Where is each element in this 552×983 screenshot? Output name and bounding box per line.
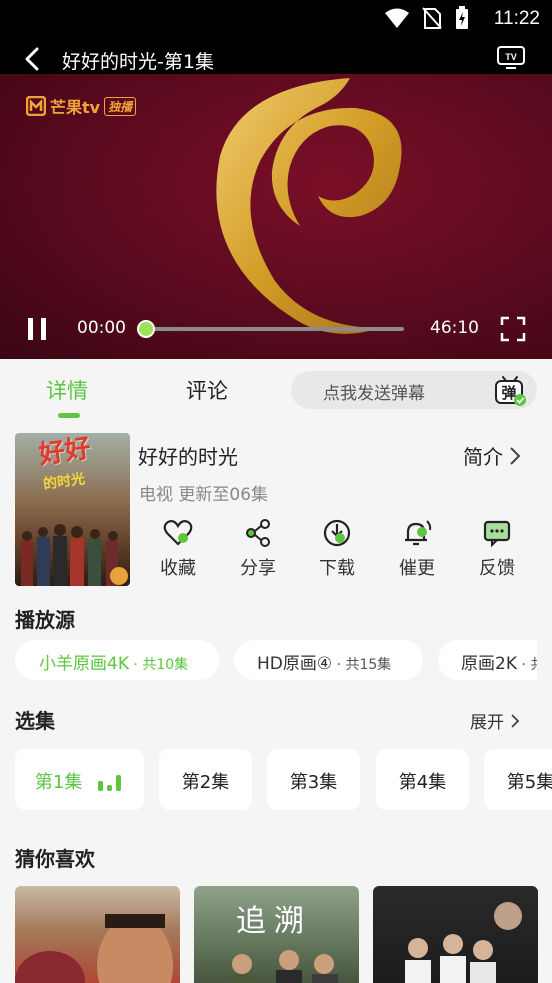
- poster-people-graphic: [21, 524, 128, 586]
- total-time: 46:10: [430, 318, 479, 338]
- status-time: 11:22: [493, 8, 540, 29]
- current-time: 00:00: [77, 318, 126, 338]
- source-name: 原画2K: [461, 654, 517, 674]
- brand-name: 芒果tv: [50, 98, 101, 117]
- episode-section-title: 选集: [15, 709, 55, 733]
- pause-icon[interactable]: [26, 317, 48, 341]
- recommend-card[interactable]: 追溯: [194, 886, 359, 983]
- source-section-title: 播放源: [15, 608, 75, 632]
- source-chip[interactable]: HD原画④ · 共15集: [234, 640, 423, 680]
- detail-tabs: 详情 评论 点我发送弹幕 弹: [0, 359, 552, 423]
- wifi-icon: [385, 8, 409, 28]
- show-poster[interactable]: 好好 的时光: [15, 433, 130, 586]
- recommend-list: 追溯: [15, 886, 552, 983]
- expand-episodes-link[interactable]: 展开: [470, 708, 520, 733]
- danmaku-toggle-icon[interactable]: 弹: [493, 373, 527, 407]
- recommend-card[interactable]: [15, 886, 180, 983]
- episode-button[interactable]: 第3集: [267, 749, 360, 810]
- episode-label: 第1集: [34, 772, 83, 793]
- tab-details[interactable]: 详情: [46, 375, 88, 405]
- recommend-section-title: 猜你喜欢: [15, 847, 95, 871]
- player-controls: 00:00 46:10: [0, 299, 552, 359]
- source-count: · 共10集: [128, 657, 189, 673]
- tab-indicator: [58, 413, 80, 418]
- progress-knob[interactable]: [137, 320, 155, 338]
- brand-logo: 芒果tv 独播: [26, 94, 137, 118]
- source-chip[interactable]: 原画2K · 共: [438, 640, 537, 680]
- svg-text:TV: TV: [505, 52, 517, 62]
- recommend-card[interactable]: [373, 886, 538, 983]
- share-label: 分享: [240, 558, 276, 579]
- source-name: HD原画④: [257, 654, 333, 674]
- poster-title: 好好: [37, 433, 93, 471]
- intro-link[interactable]: 简介: [463, 441, 521, 470]
- danmaku-input[interactable]: 点我发送弹幕 弹: [291, 371, 537, 409]
- poster-subtitle: 的时光: [42, 471, 87, 493]
- battery-charging-icon: [456, 6, 468, 29]
- heart-icon: [163, 520, 193, 546]
- favorite-label: 收藏: [160, 558, 196, 579]
- download-icon: [323, 519, 351, 547]
- episode-button[interactable]: 第5集: [484, 749, 552, 810]
- source-count: · 共15集: [332, 657, 392, 673]
- brand-badge: 独播: [104, 96, 137, 116]
- share-button[interactable]: 分享: [223, 518, 293, 580]
- tv-cast-icon[interactable]: TV: [496, 45, 526, 71]
- episode-list: 第1集 第2集 第3集 第4集 第5集: [15, 749, 552, 810]
- fullscreen-icon[interactable]: [500, 316, 526, 342]
- show-meta: 电视 更新至06集: [139, 485, 269, 505]
- intro-label: 简介: [463, 445, 503, 469]
- download-button[interactable]: 下载: [302, 518, 372, 580]
- source-chip[interactable]: 小羊原画4K · 共10集: [15, 640, 219, 680]
- feedback-label: 反馈: [479, 558, 515, 579]
- recommend-thumbnail: [15, 914, 173, 983]
- urge-update-label: 催更: [399, 558, 435, 579]
- status-bar: 11:22: [0, 0, 552, 38]
- show-title: 好好的时光: [138, 445, 238, 469]
- playing-bars-icon: [98, 775, 122, 791]
- progress-bar[interactable]: [137, 320, 404, 338]
- action-row: 收藏 分享 下载 催更 反馈: [138, 518, 538, 588]
- no-sim-icon: [422, 7, 442, 29]
- tab-comments[interactable]: 评论: [186, 375, 228, 405]
- favorite-button[interactable]: 收藏: [143, 518, 213, 580]
- episode-button[interactable]: 第2集: [159, 749, 252, 810]
- episode-button[interactable]: 第1集: [15, 749, 144, 810]
- back-icon[interactable]: [20, 46, 46, 72]
- download-label: 下载: [319, 558, 355, 579]
- expand-label: 展开: [470, 713, 504, 733]
- source-list: 小羊原画4K · 共10集 HD原画④ · 共15集 原画2K · 共: [15, 640, 537, 680]
- share-icon: [246, 519, 270, 547]
- recommend-thumbnail: [405, 902, 522, 983]
- chevron-right-icon: [511, 713, 520, 728]
- bell-icon: [405, 520, 432, 546]
- recommend-thumbnail: [229, 950, 338, 983]
- episode-button[interactable]: 第4集: [376, 749, 469, 810]
- danmaku-placeholder: 点我发送弹幕: [323, 384, 425, 404]
- feedback-icon: [483, 520, 511, 548]
- chevron-right-icon: [510, 446, 521, 465]
- source-name: 小羊原画4K: [39, 654, 129, 674]
- status-icons: [384, 6, 470, 30]
- video-player[interactable]: 好好的时光-第1集 TV 芒果tv 独播 00:00 46:10: [0, 38, 552, 359]
- feedback-button[interactable]: 反馈: [462, 518, 532, 580]
- source-count: · 共: [521, 657, 537, 673]
- urge-update-button[interactable]: 催更: [382, 518, 452, 580]
- mango-logo-icon: [26, 96, 46, 116]
